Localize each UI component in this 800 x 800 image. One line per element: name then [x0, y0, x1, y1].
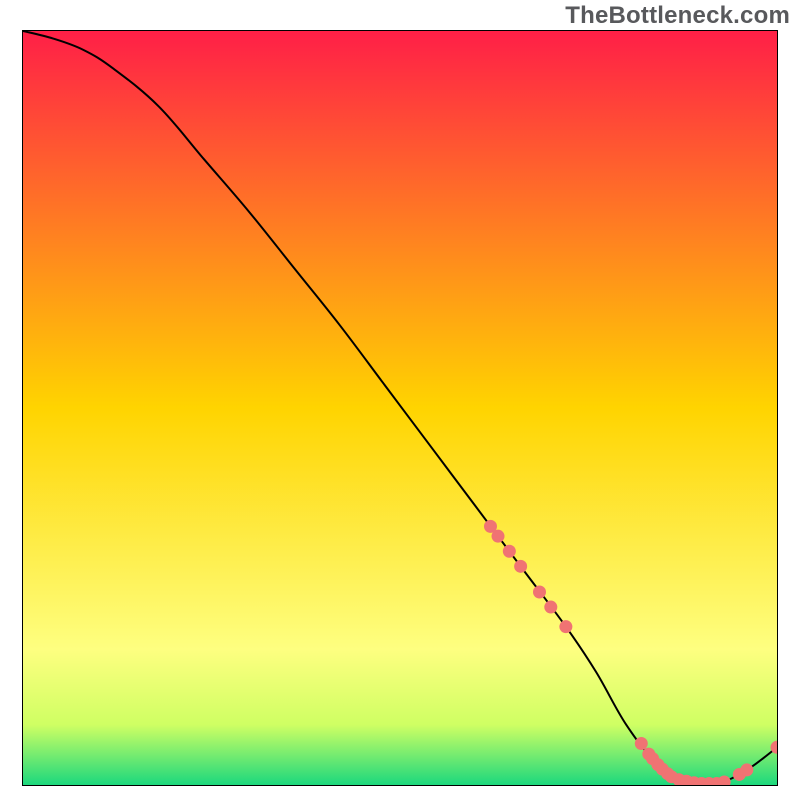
- data-marker: [544, 601, 557, 614]
- chart-overlay: [23, 31, 777, 785]
- data-marker: [533, 585, 546, 598]
- curve-line: [23, 31, 777, 785]
- data-marker: [740, 763, 753, 776]
- marker-group: [484, 520, 777, 785]
- data-marker: [718, 775, 731, 785]
- watermark-text: TheBottleneck.com: [565, 2, 790, 30]
- data-marker: [492, 530, 505, 543]
- data-marker: [503, 545, 516, 558]
- plot-area: [22, 30, 778, 786]
- data-marker: [514, 560, 527, 573]
- data-marker: [559, 620, 572, 633]
- data-marker: [635, 737, 648, 750]
- chart-container: TheBottleneck.com: [0, 0, 800, 800]
